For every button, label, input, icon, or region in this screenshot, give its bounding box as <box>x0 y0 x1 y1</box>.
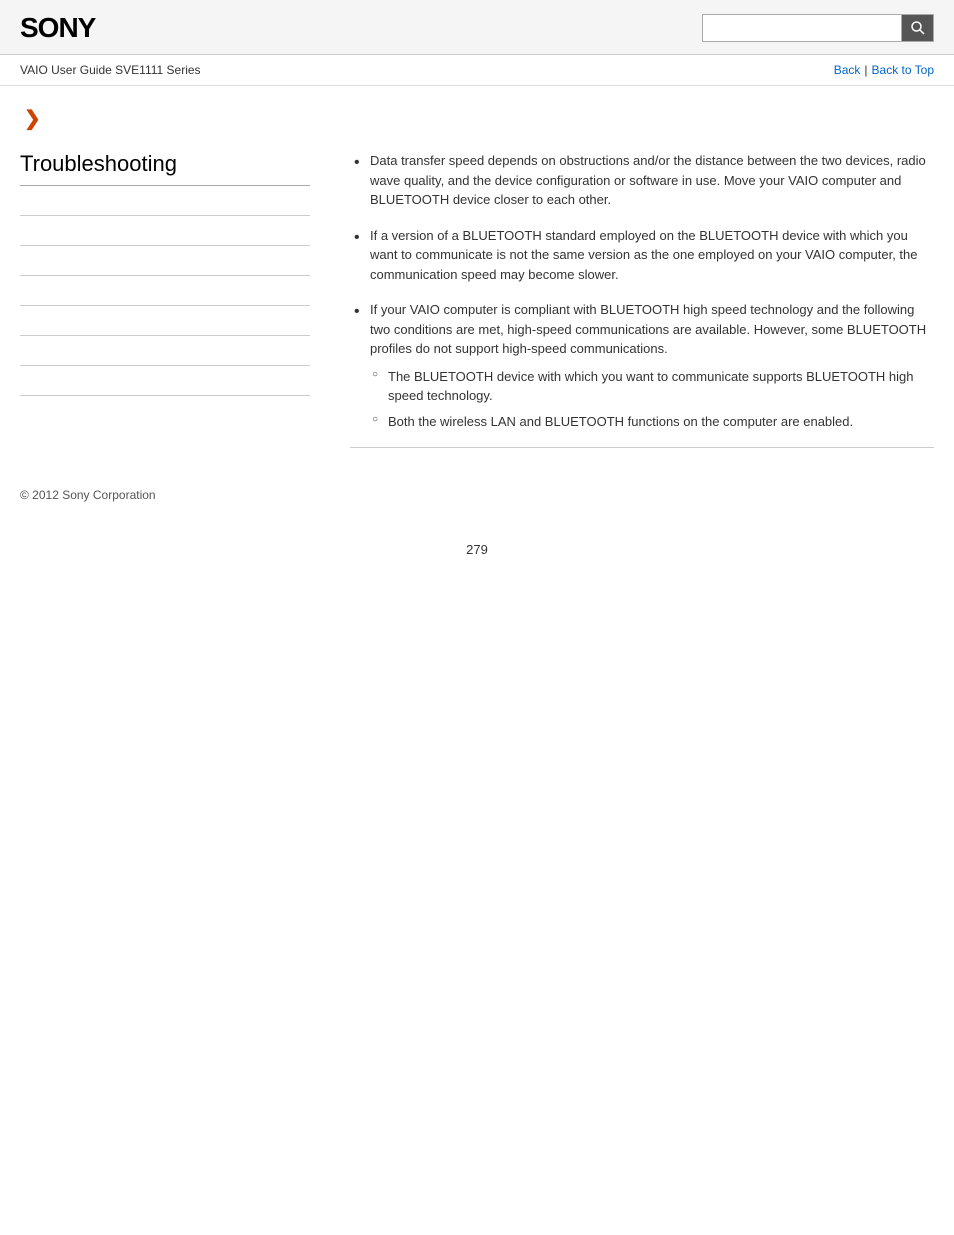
footer: © 2012 Sony Corporation <box>0 468 954 522</box>
guide-title: VAIO User Guide SVE1111 Series <box>20 63 201 77</box>
search-area <box>702 14 934 42</box>
list-item: Both the wireless LAN and BLUETOOTH func… <box>370 412 934 432</box>
sidebar-title: Troubleshooting <box>20 151 310 186</box>
page-number: 279 <box>0 522 954 577</box>
list-item: Data transfer speed depends on obstructi… <box>350 151 934 210</box>
content-divider <box>350 447 934 448</box>
list-item[interactable] <box>20 186 310 216</box>
list-item[interactable] <box>20 366 310 396</box>
main-content: ❯ Troubleshooting Data transfer speed de… <box>0 86 954 468</box>
search-button[interactable] <box>902 14 934 42</box>
nav-separator: | <box>864 63 867 77</box>
bullet-list: Data transfer speed depends on obstructi… <box>350 151 934 431</box>
copyright: © 2012 Sony Corporation <box>20 488 156 502</box>
header: SONY <box>0 0 954 55</box>
list-item: If your VAIO computer is compliant with … <box>350 300 934 431</box>
search-icon <box>910 20 926 36</box>
list-item: If a version of a BLUETOOTH standard emp… <box>350 226 934 285</box>
back-to-top-link[interactable]: Back to Top <box>872 63 934 77</box>
list-item[interactable] <box>20 336 310 366</box>
back-link[interactable]: Back <box>834 63 861 77</box>
breadcrumb-bar: VAIO User Guide SVE1111 Series Back | Ba… <box>0 55 954 86</box>
list-item[interactable] <box>20 276 310 306</box>
list-item: The BLUETOOTH device with which you want… <box>370 367 934 406</box>
section-arrow: ❯ <box>24 106 934 131</box>
sidebar: Troubleshooting <box>20 151 330 448</box>
right-content: Data transfer speed depends on obstructi… <box>330 151 934 448</box>
sub-bullet-list: The BLUETOOTH device with which you want… <box>370 367 934 432</box>
breadcrumb-nav: Back | Back to Top <box>834 63 934 77</box>
search-input[interactable] <box>702 14 902 42</box>
list-item[interactable] <box>20 246 310 276</box>
sony-logo: SONY <box>20 12 95 44</box>
list-item[interactable] <box>20 216 310 246</box>
content-layout: Troubleshooting Data transfer speed depe… <box>20 151 934 448</box>
list-item[interactable] <box>20 306 310 336</box>
